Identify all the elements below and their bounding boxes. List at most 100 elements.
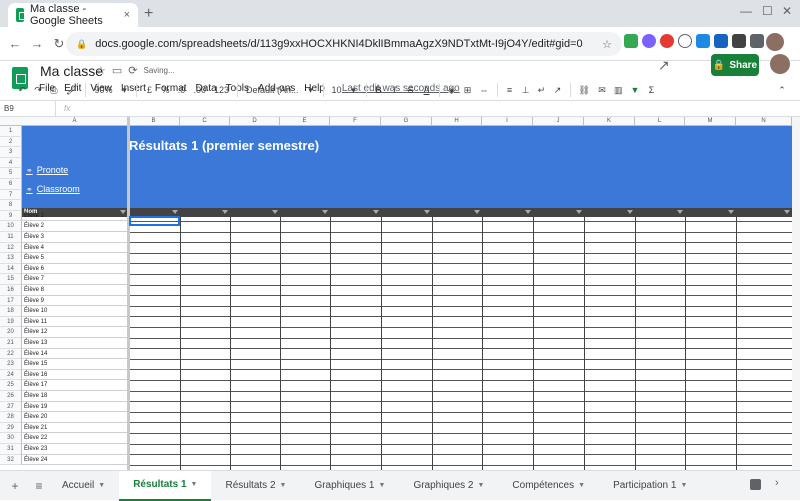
row-header[interactable]: 2 — [0, 136, 22, 148]
row-header[interactable]: 13 — [0, 253, 22, 264]
strikethrough-button[interactable]: S — [407, 85, 415, 95]
spreadsheet-grid[interactable]: ABCDEFGHIJKLMN Résultats 1 (premier seme… — [0, 117, 792, 470]
functions-icon[interactable]: Σ — [647, 85, 655, 95]
column-header-m[interactable]: M — [685, 117, 736, 126]
chevron-down-icon[interactable]: ▾ — [120, 85, 128, 96]
row-header[interactable]: 17 — [0, 295, 22, 307]
student-name-cell[interactable]: Élève 23 — [22, 444, 128, 455]
filter-dropdown-icon[interactable] — [172, 210, 178, 214]
row-header[interactable]: 12 — [0, 242, 22, 254]
vertical-scrollbar[interactable] — [792, 117, 800, 470]
column-header-n[interactable]: N — [736, 117, 792, 126]
filter-dropdown-icon[interactable] — [222, 210, 228, 214]
column-header-j[interactable]: J — [533, 117, 584, 126]
student-name-cell[interactable]: Élève 22 — [22, 433, 128, 444]
text-color-button[interactable]: A — [423, 85, 431, 95]
cloud-extension-icon[interactable] — [678, 34, 692, 48]
row-header[interactable]: 22 — [0, 348, 22, 360]
student-name-cell[interactable]: Élève 18 — [22, 391, 128, 402]
row-header[interactable]: 26 — [0, 391, 22, 402]
redo-icon[interactable]: ↷ — [34, 85, 42, 96]
chevron-down-icon[interactable]: ▼ — [98, 482, 105, 489]
name-box[interactable]: B9 — [0, 101, 56, 116]
filter-dropdown-icon[interactable] — [322, 210, 328, 214]
selected-cell-b9[interactable] — [129, 216, 180, 226]
filter-dropdown-icon[interactable] — [576, 210, 582, 214]
column-header-h[interactable]: H — [432, 117, 482, 126]
insert-link-icon[interactable]: ⛓ — [579, 85, 590, 96]
frozen-column-divider[interactable] — [127, 117, 130, 470]
percent-button[interactable]: % — [161, 85, 169, 95]
row-header[interactable]: 28 — [0, 412, 22, 423]
font-size-select[interactable]: 10 — [332, 85, 342, 95]
chevron-down-icon[interactable]: ▼ — [680, 482, 687, 489]
new-extension-icon[interactable] — [714, 34, 728, 48]
share-button[interactable]: 🔒 Share — [711, 54, 759, 76]
student-name-cell[interactable]: Élève 4 — [22, 243, 128, 254]
student-name-cell[interactable]: Élève 1 — [22, 211, 128, 222]
row-header[interactable]: 20 — [0, 327, 22, 338]
sheet-tab[interactable]: Participation 1 ▼ — [599, 471, 701, 501]
close-window-icon[interactable]: ✕ — [782, 4, 792, 18]
row-header[interactable]: 15 — [0, 274, 22, 285]
column-header-b[interactable]: B — [128, 117, 180, 126]
column-header-d[interactable]: D — [230, 117, 280, 126]
chevron-down-icon[interactable]: ▼ — [191, 481, 198, 488]
student-name-cell[interactable]: Élève 5 — [22, 253, 128, 264]
chevron-down-icon[interactable]: ▾ — [307, 85, 315, 96]
insert-chart-icon[interactable]: ▥ — [614, 85, 623, 96]
row-header[interactable]: 23 — [0, 359, 22, 370]
account-avatar[interactable] — [770, 54, 790, 74]
student-name-cell[interactable]: Élève 15 — [22, 359, 128, 370]
row-header[interactable]: 16 — [0, 285, 22, 296]
puzzle-extensions-icon[interactable] — [750, 34, 764, 48]
bold-button[interactable]: B — [375, 85, 383, 95]
row-header[interactable]: 24 — [0, 369, 22, 381]
student-name-cell[interactable]: Élève 10 — [22, 306, 128, 317]
font-select[interactable]: Default (Ari... — [246, 85, 299, 95]
row-header[interactable]: 14 — [0, 263, 22, 275]
more-formats-button[interactable]: 123 — [214, 85, 229, 95]
row-header[interactable]: 30 — [0, 433, 22, 444]
text-rotation-icon[interactable]: ↗ — [554, 85, 562, 96]
row-header[interactable]: 27 — [0, 401, 22, 413]
bookmark-star-icon[interactable]: ☆ — [602, 38, 612, 51]
filter-dropdown-icon[interactable] — [373, 210, 379, 214]
all-sheets-button[interactable]: ≡ — [30, 479, 48, 493]
row-header[interactable]: 7 — [0, 189, 22, 201]
column-header-i[interactable]: I — [482, 117, 533, 126]
chevron-down-icon[interactable]: ▼ — [379, 482, 386, 489]
filter-dropdown-icon[interactable] — [728, 210, 734, 214]
student-name-cell[interactable]: Élève 9 — [22, 296, 128, 307]
row-header[interactable]: 18 — [0, 306, 22, 317]
borders-icon[interactable]: ⊞ — [464, 85, 472, 96]
filter-dropdown-icon[interactable] — [677, 210, 683, 214]
add-sheet-button[interactable]: + — [6, 479, 24, 493]
sheet-tab[interactable]: Compétences ▼ — [498, 471, 599, 501]
increase-decimal-button[interactable]: .00 — [193, 85, 206, 95]
row-header[interactable]: 9 — [0, 210, 22, 222]
row-header[interactable]: 31 — [0, 444, 22, 455]
column-header-e[interactable]: E — [280, 117, 330, 126]
row-header[interactable]: 4 — [0, 157, 22, 169]
row-header[interactable]: 11 — [0, 232, 22, 243]
undo-icon[interactable]: ↶ — [18, 85, 26, 96]
minimize-icon[interactable]: — — [740, 4, 752, 18]
zoom-select[interactable]: 90% — [94, 85, 112, 95]
italic-button[interactable]: I — [391, 85, 399, 95]
row-header[interactable]: 25 — [0, 380, 22, 391]
student-name-cell[interactable]: Élève 16 — [22, 370, 128, 381]
sheet-tab[interactable]: Accueil ▼ — [48, 471, 119, 501]
merge-cells-icon[interactable]: ⇔ — [480, 85, 489, 95]
classroom-link[interactable]: ⚭ Classroom — [26, 184, 80, 194]
student-name-cell[interactable]: Élève 24 — [22, 455, 128, 466]
chevron-right-icon[interactable]: › — [775, 477, 779, 489]
filter-dropdown-icon[interactable] — [272, 210, 278, 214]
sheet-tab[interactable]: Résultats 2 ▼ — [211, 471, 300, 501]
student-name-cell[interactable]: Élève 8 — [22, 285, 128, 296]
extension-icon[interactable] — [660, 34, 674, 48]
column-header-f[interactable]: F — [330, 117, 381, 126]
filter-dropdown-icon[interactable] — [525, 210, 531, 214]
paint-format-icon[interactable]: 🖌 — [66, 85, 77, 96]
horizontal-align-icon[interactable]: ≡ — [506, 85, 514, 95]
